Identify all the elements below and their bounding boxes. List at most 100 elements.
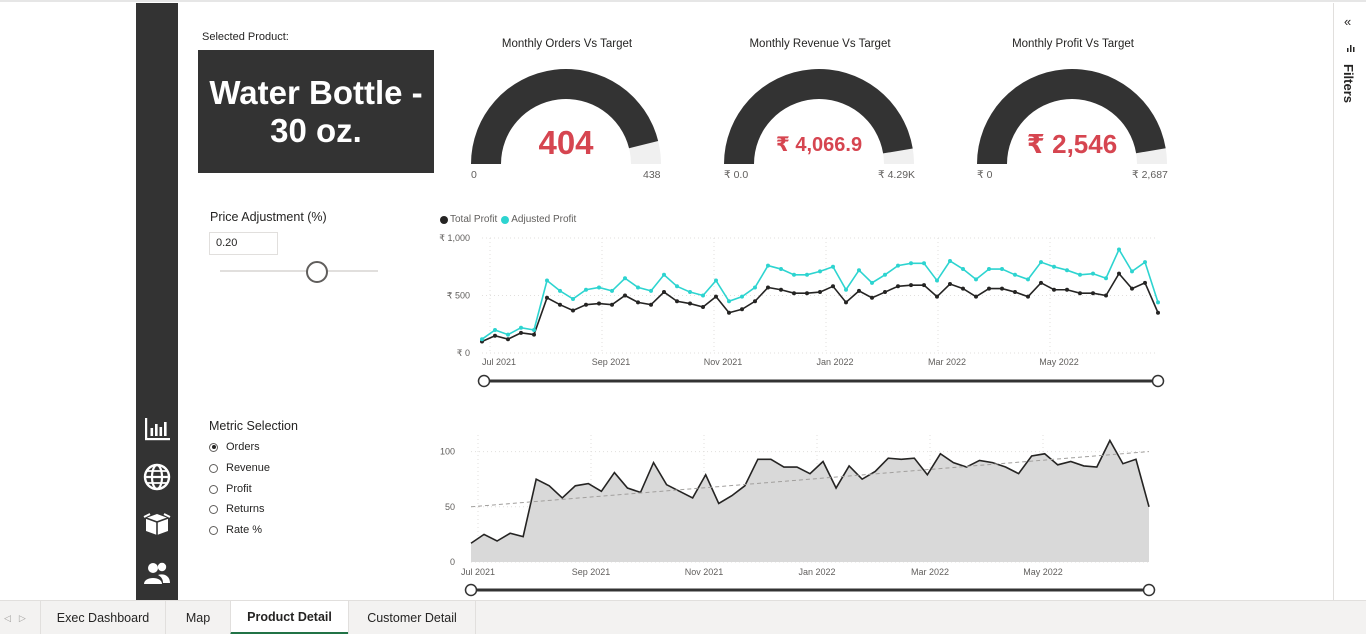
legend-item-total-profit[interactable]: Total Profit <box>440 214 497 225</box>
data-point <box>649 288 653 293</box>
profit-chart-legend: Total Profit Adjusted Profit <box>440 214 580 225</box>
orders-area-chart: 0 50 100 Jul 2021 Sep 2021 Nov 2021 Jan 2022 Ma… <box>440 435 1156 597</box>
data-point <box>974 294 978 299</box>
gauge-max-orders: 438 <box>643 169 661 181</box>
data-point <box>493 328 497 332</box>
tab-scroll-arrows-icon[interactable]: ◁▷ <box>4 613 34 624</box>
bar-chart-icon[interactable] <box>142 414 172 444</box>
radio[interactable] <box>209 504 218 514</box>
legend-dot <box>501 215 510 224</box>
legend-label: Total Profit <box>450 214 498 225</box>
funnel-bars-icon[interactable] <box>1346 42 1356 54</box>
metric-option-rate[interactable]: Rate % <box>209 524 262 536</box>
data-point <box>753 285 757 290</box>
radio[interactable] <box>209 484 218 494</box>
globe-icon[interactable] <box>142 462 172 492</box>
data-point <box>1078 272 1082 277</box>
metric-option-label: Revenue <box>226 462 271 474</box>
data-point <box>597 285 601 290</box>
y-tick-label: 0 <box>450 557 455 567</box>
metric-option-revenue[interactable]: Revenue <box>209 462 270 474</box>
gauge-value-revenue: ₹ 4,066.9 <box>775 134 863 156</box>
profit-line-chart: ₹ 0 ₹ 500 ₹ 1,000 Jul 2021 Sep 2021 Nov 2021 J… <box>439 233 1165 388</box>
price-adjustment-slider-thumb[interactable] <box>306 261 328 283</box>
data-point <box>675 299 679 304</box>
data-point <box>1052 287 1056 292</box>
y-tick-label: ₹ 0 <box>457 348 470 358</box>
data-point <box>779 267 783 272</box>
tab-customer-detail[interactable]: Customer Detail <box>348 601 476 634</box>
x-tick-label: Jan 2022 <box>798 567 835 577</box>
data-point <box>792 291 796 296</box>
date-range-handle-end <box>1142 583 1156 597</box>
price-adjustment-input[interactable]: 0.20 <box>209 232 278 255</box>
area-fill <box>471 440 1149 562</box>
data-point <box>571 296 575 301</box>
box-icon[interactable] <box>142 509 172 539</box>
data-point <box>909 283 913 288</box>
date-range-handle-end <box>1151 374 1165 388</box>
metric-option-label: Profit <box>226 483 252 495</box>
data-point <box>727 299 731 304</box>
price-adjustment-track[interactable] <box>220 270 378 272</box>
gauge-value-profit: ₹ 2,546 <box>1026 129 1118 159</box>
selected-product-name: Water Bottle - 30 oz. <box>209 73 423 149</box>
report-canvas: Selected Product: Water Bottle - 30 oz. … <box>0 0 1366 634</box>
data-point <box>935 278 939 283</box>
data-point <box>1091 271 1095 276</box>
metric-option-profit[interactable]: Profit <box>209 483 252 495</box>
data-point <box>961 286 965 291</box>
data-point <box>1156 300 1160 305</box>
y-tick-label: ₹ 500 <box>447 291 470 301</box>
data-point <box>610 302 614 307</box>
tab-map[interactable]: Map <box>165 601 230 634</box>
data-point <box>792 272 796 277</box>
radio[interactable] <box>209 525 218 535</box>
data-point <box>779 287 783 292</box>
x-tick-label: Nov 2021 <box>704 357 743 367</box>
data-point <box>1117 271 1121 276</box>
price-adjustment-title: Price Adjustment (%) <box>210 210 327 224</box>
y-tick-label: ₹ 1,000 <box>439 233 470 243</box>
selected-product-card: Water Bottle - 30 oz. <box>198 50 434 173</box>
data-point <box>818 290 822 295</box>
selected-product-label: Selected Product: <box>202 31 289 43</box>
data-point <box>1000 267 1004 272</box>
data-point <box>714 294 718 299</box>
data-point <box>1143 280 1147 285</box>
data-point <box>701 305 705 309</box>
data-point <box>987 286 991 291</box>
nav-rail <box>136 3 178 600</box>
double-chevron-left-icon[interactable]: « <box>1344 14 1351 29</box>
data-point <box>493 333 497 338</box>
data-point <box>662 290 666 295</box>
tab-exec-dashboard[interactable]: Exec Dashboard <box>40 601 165 634</box>
data-point <box>831 264 835 269</box>
data-point <box>1143 260 1147 265</box>
data-point <box>948 259 952 263</box>
data-point <box>1065 268 1069 273</box>
data-point <box>714 278 718 283</box>
data-point <box>506 337 510 342</box>
users-icon[interactable] <box>142 558 172 588</box>
radio[interactable] <box>209 463 218 473</box>
metric-option-orders[interactable]: Orders <box>209 441 260 453</box>
metric-option-label: Orders <box>226 441 260 453</box>
metric-option-returns[interactable]: Returns <box>209 503 265 515</box>
data-point <box>857 288 861 293</box>
radio-selected[interactable] <box>209 442 218 452</box>
gauge-min-orders: 0 <box>471 169 477 181</box>
data-point <box>1156 310 1160 315</box>
tab-product-detail[interactable]: Product Detail <box>230 601 348 634</box>
data-point <box>1117 247 1121 252</box>
y-tick-label: 100 <box>440 447 455 457</box>
data-point <box>1026 277 1030 282</box>
data-point <box>636 300 640 305</box>
data-point <box>1104 276 1108 281</box>
legend-item-adjusted-profit[interactable]: Adjusted Profit <box>501 214 576 225</box>
date-range-handle-start <box>477 374 491 388</box>
data-point <box>766 285 770 290</box>
gauge-min-profit: ₹ 0 <box>977 169 993 181</box>
filters-label[interactable]: Filters <box>1341 64 1356 103</box>
data-point <box>1078 291 1082 296</box>
